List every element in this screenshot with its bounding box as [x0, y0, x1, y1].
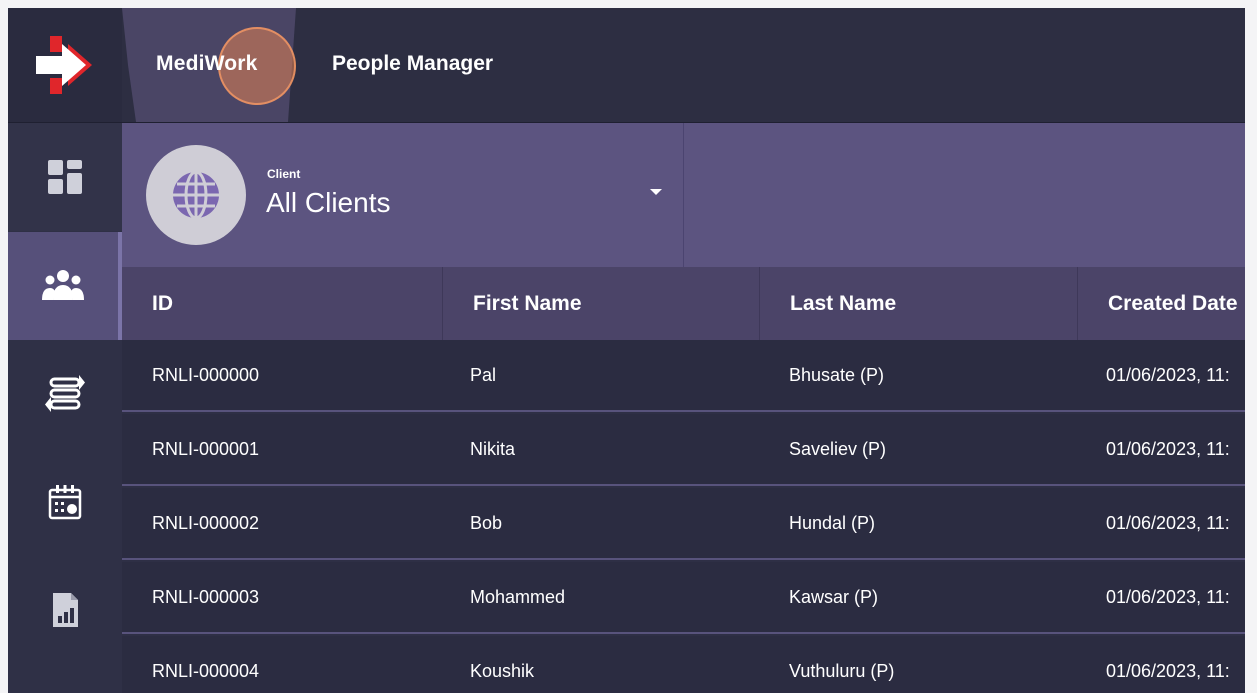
- caret-down-icon: [650, 189, 662, 195]
- logo-arrow-icon: [36, 36, 92, 94]
- people-icon: [42, 270, 84, 300]
- client-select[interactable]: Client All Clients: [122, 123, 684, 267]
- cell-id: RNLI-000002: [152, 512, 260, 533]
- cell-id: RNLI-000003: [152, 586, 260, 607]
- client-avatar: [146, 145, 246, 245]
- column-header-id[interactable]: ID: [122, 267, 442, 340]
- column-header-last-name[interactable]: Last Name: [759, 267, 1077, 340]
- app-logo[interactable]: [8, 8, 122, 123]
- client-label: Client: [267, 167, 301, 181]
- cell-created-date: 01/06/2023, 11:: [1106, 660, 1230, 681]
- globe-icon: [173, 170, 219, 220]
- cell-created-date: 01/06/2023, 11:: [1106, 438, 1230, 459]
- client-value: All Clients: [266, 187, 391, 218]
- cell-created-date: 01/06/2023, 11:: [1106, 364, 1230, 385]
- cell-first-name: Koushik: [470, 660, 535, 681]
- table-row[interactable]: RNLI-000003 Mohammed Kawsar (P) 01/06/20…: [122, 562, 1245, 634]
- page-title: People Manager: [332, 52, 494, 75]
- sidebar-item-transfers[interactable]: [8, 339, 122, 447]
- table-row[interactable]: RNLI-000001 Nikita Saveliev (P) 01/06/20…: [122, 414, 1245, 486]
- cell-created-date: 01/06/2023, 11:: [1106, 512, 1230, 533]
- brand-name: MediWork: [156, 52, 258, 75]
- cell-first-name: Nikita: [470, 438, 516, 459]
- sidebar: [8, 8, 122, 693]
- cell-first-name: Pal: [470, 364, 497, 385]
- sidebar-item-calendar[interactable]: [8, 448, 122, 556]
- sidebar-item-reports[interactable]: [8, 556, 122, 664]
- table-row[interactable]: RNLI-000004 Koushik Vuthuluru (P) 01/06/…: [122, 636, 1245, 693]
- cell-last-name: Bhusate (P): [789, 364, 885, 385]
- sidebar-item-people[interactable]: [8, 232, 122, 340]
- column-header-first-name[interactable]: First Name: [442, 267, 759, 340]
- cell-last-name: Kawsar (P): [789, 586, 879, 607]
- cell-id: RNLI-000000: [152, 364, 260, 385]
- cell-first-name: Bob: [470, 512, 503, 533]
- dashboard-icon: [48, 160, 82, 194]
- cell-id: RNLI-000001: [152, 438, 260, 459]
- cell-created-date: 01/06/2023, 11:: [1106, 586, 1230, 607]
- calendar-icon: [48, 485, 82, 520]
- cell-last-name: Hundal (P): [789, 512, 876, 533]
- table-header: ID First Name Last Name Created Date: [122, 267, 1245, 340]
- table-row[interactable]: RNLI-000000 Pal Bhusate (P) 01/06/2023, …: [122, 340, 1245, 412]
- cell-last-name: Saveliev (P): [789, 438, 887, 459]
- cell-last-name: Vuthuluru (P): [789, 660, 895, 681]
- cell-first-name: Mohammed: [470, 586, 566, 607]
- filter-bar: Client All Clients: [122, 123, 1245, 267]
- report-icon: [53, 593, 78, 627]
- sidebar-item-dashboard[interactable]: [8, 123, 122, 231]
- table-row[interactable]: RNLI-000002 Bob Hundal (P) 01/06/2023, 1…: [122, 488, 1245, 560]
- column-header-created-date[interactable]: Created Date: [1077, 267, 1245, 340]
- top-header: MediWork People Manager: [122, 8, 1245, 123]
- cell-id: RNLI-000004: [152, 660, 260, 681]
- people-table: ID First Name Last Name Created Date RNL…: [122, 267, 1245, 693]
- brand-breadcrumb[interactable]: MediWork: [122, 8, 312, 122]
- transfer-icon: [45, 375, 85, 412]
- app-window: MediWork People Manager Client All Clien…: [8, 8, 1245, 693]
